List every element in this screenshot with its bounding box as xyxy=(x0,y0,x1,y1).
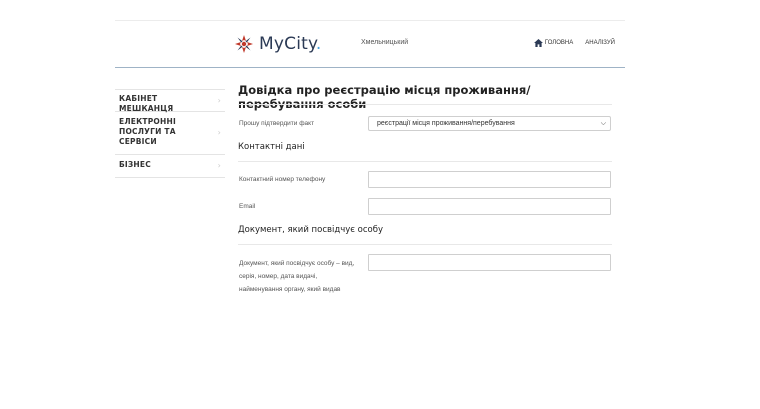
sidebar-item-label: Бізнес xyxy=(119,160,151,169)
confirm-select[interactable]: реєстрації місця проживання/перебування … xyxy=(368,116,611,131)
main-content: Довідка про реєстрацію місця проживання/… xyxy=(238,80,612,293)
title-divider xyxy=(238,104,612,105)
sidebar: Кабінет мешканця › Електронні послуги та… xyxy=(115,89,225,178)
site-logo[interactable]: MyCity. xyxy=(233,32,321,56)
document-input[interactable] xyxy=(368,254,611,271)
site-header: MyCity. Хмельницький головна аналізуй xyxy=(115,21,625,67)
email-input[interactable] xyxy=(368,198,611,215)
chevron-down-icon: ⌵ xyxy=(600,120,606,127)
sidebar-item-label: Електронні послуги та сервіси xyxy=(119,117,176,146)
top-nav: головна аналізуй xyxy=(533,39,615,47)
city-name: Хмельницький xyxy=(361,39,409,46)
sidebar-item-label: Кабінет мешканця xyxy=(119,94,174,113)
header-divider xyxy=(115,67,625,68)
chevron-right-icon: › xyxy=(217,128,221,137)
sidebar-item-e-services[interactable]: Електронні послуги та сервіси › xyxy=(115,112,225,155)
document-section-title: Документ, який посвідчує особу xyxy=(238,225,384,235)
confirm-select-value: реєстрації місця проживання/перебування xyxy=(377,120,515,127)
nav-home-label: головна xyxy=(544,40,574,46)
logo-mark-icon xyxy=(235,35,253,53)
home-icon xyxy=(533,39,543,47)
document-divider xyxy=(238,244,612,245)
contacts-divider xyxy=(238,161,612,162)
page-title: Довідка про реєстрацію місця проживання/… xyxy=(238,83,531,111)
sidebar-item-cabinet[interactable]: Кабінет мешканця › xyxy=(115,89,225,113)
logo-text: MyCity. xyxy=(259,34,322,54)
nav-home-link[interactable]: головна xyxy=(533,39,574,47)
phone-input[interactable] xyxy=(368,171,611,188)
contacts-section-title: Контактні дані xyxy=(238,142,305,152)
nav-analyze-link[interactable]: аналізуй xyxy=(585,40,615,46)
phone-label: Контактний номер телефону xyxy=(239,176,326,183)
confirm-label: Прошу підтвердити факт xyxy=(239,120,315,127)
chevron-right-icon: › xyxy=(217,95,221,105)
nav-analyze-label: аналізуй xyxy=(585,40,615,46)
sidebar-item-business[interactable]: Бізнес › xyxy=(115,155,225,178)
document-label: Документ, який посвідчує особу – вид, се… xyxy=(239,260,355,293)
email-label: Email xyxy=(239,203,256,210)
chevron-right-icon: › xyxy=(217,161,221,170)
